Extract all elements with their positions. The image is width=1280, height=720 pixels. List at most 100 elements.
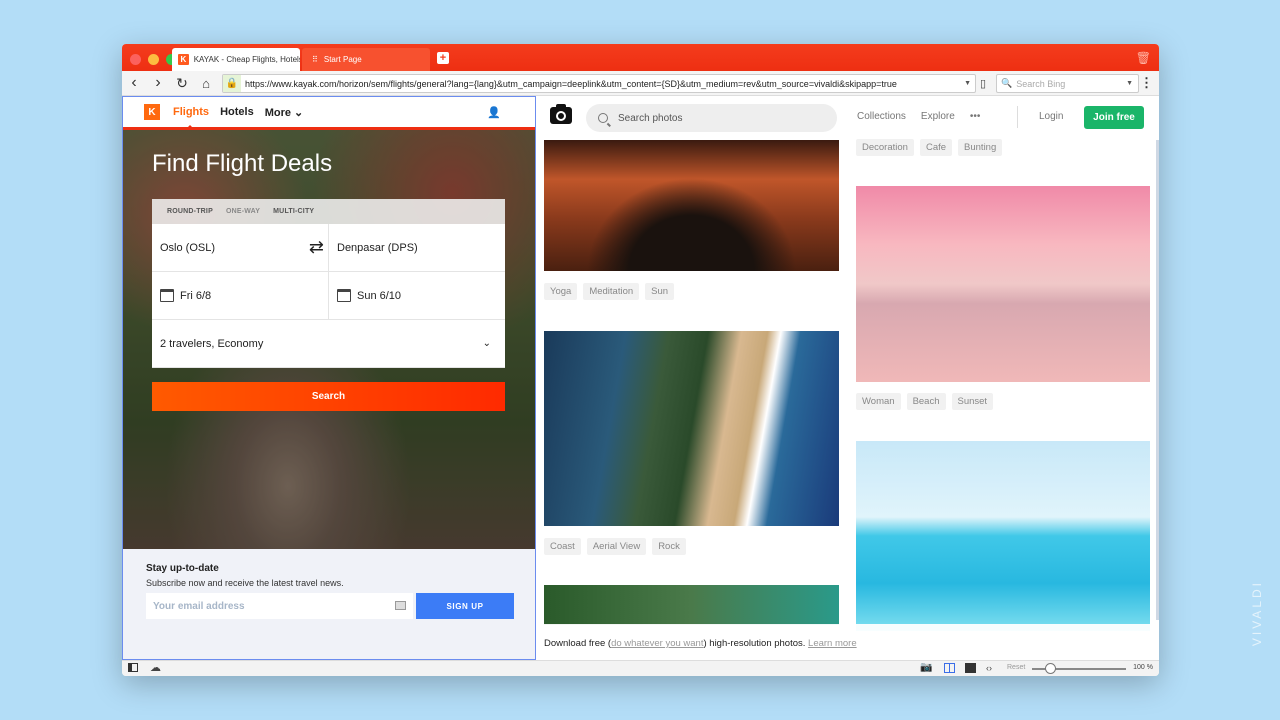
tag[interactable]: Yoga [544, 283, 578, 300]
tag[interactable]: Decoration [856, 139, 914, 156]
photo-search-input[interactable]: Search photos [586, 104, 837, 132]
back-icon[interactable]: ‹ [122, 75, 146, 91]
reload-icon[interactable]: ↻ [170, 76, 194, 90]
new-tab-button[interactable]: + [437, 52, 449, 64]
tag[interactable]: Woman [856, 393, 901, 410]
search-icon: 🔍 [1001, 78, 1013, 88]
lock-icon: 🔒 [223, 75, 241, 92]
window-controls [130, 54, 177, 65]
tag[interactable]: Sunset [951, 393, 994, 410]
more-icon[interactable]: ••• [970, 111, 981, 122]
tag[interactable]: Rock [652, 538, 686, 555]
menu-icon[interactable]: ⋮ [1140, 75, 1153, 91]
minimize-window-button[interactable] [148, 54, 159, 65]
nav-collections[interactable]: Collections [857, 111, 906, 122]
kayak-header: K Flights Hotels More ⌄ 👤 [123, 97, 535, 130]
flight-search-form: ROUND-TRIP ONE-WAY MULTI-CITY Oslo (OSL)… [152, 199, 505, 411]
scrollbar[interactable] [1156, 140, 1159, 620]
trash-icon[interactable]: 🗑 [1136, 51, 1151, 65]
cloud-sync-icon[interactable]: ☁ [150, 661, 161, 674]
tag[interactable]: Bunting [958, 139, 1003, 156]
photo-coast[interactable] [544, 331, 839, 526]
trip-round-trip[interactable]: ROUND-TRIP [167, 208, 213, 215]
photo-forest[interactable] [544, 585, 839, 625]
kayak-favicon-icon: K [178, 54, 189, 65]
unsplash-panel: Search photos Collections Explore ••• Lo… [536, 96, 1159, 660]
url-dropdown-icon[interactable]: ▼ [964, 80, 971, 87]
tab-start-page[interactable]: ⠿ Start Page [302, 48, 430, 71]
return-date-field[interactable]: Sun 6/10 [328, 272, 505, 319]
nav-hotels[interactable]: Hotels [220, 106, 254, 118]
email-placeholder: Your email address [153, 600, 245, 612]
tab-title: KAYAK - Cheap Flights, Hotels [193, 55, 300, 64]
screenshot-icon[interactable]: 📷 [920, 662, 932, 673]
zoom-reset[interactable]: Reset [1007, 664, 1025, 671]
join-free-button[interactable]: Join free [1084, 106, 1144, 129]
home-icon[interactable]: ⌂ [194, 77, 218, 90]
images-icon[interactable] [965, 663, 976, 673]
search-placeholder: Search Bing [1016, 78, 1066, 89]
photo-search-placeholder: Search photos [618, 112, 683, 124]
photo-tags: Woman Beach Sunset [856, 393, 994, 410]
login-link[interactable]: Login [1039, 111, 1063, 122]
bookmark-icon[interactable]: ▯ [980, 77, 986, 90]
license-link[interactable]: do whatever you want [611, 638, 703, 649]
learn-more-link[interactable]: Learn more [808, 638, 857, 649]
tag[interactable]: Sun [645, 283, 675, 300]
origin-field[interactable]: Oslo (OSL) ⇄ [152, 224, 328, 271]
trip-type-tabs: ROUND-TRIP ONE-WAY MULTI-CITY [152, 199, 505, 224]
photo-tags: Decoration Cafe Bunting [856, 139, 1003, 156]
tag[interactable]: Aerial View [586, 538, 647, 555]
signup-button[interactable]: SIGN UP [416, 593, 514, 619]
page-title: Find Flight Deals [152, 150, 333, 177]
search-icon [598, 113, 608, 123]
newsletter-subtitle: Subscribe now and receive the latest tra… [146, 578, 344, 588]
kayak-logo[interactable]: K [144, 104, 160, 120]
travelers-value: 2 travelers, Economy [160, 337, 264, 350]
address-bar: ‹ › ↻ ⌂ 🔒 https://www.kayak.com/horizon/… [122, 71, 1159, 96]
calendar-icon [337, 289, 351, 302]
trip-one-way[interactable]: ONE-WAY [226, 208, 260, 215]
email-input[interactable]: Your email address [146, 593, 413, 619]
url-field[interactable]: 🔒 https://www.kayak.com/horizon/sem/flig… [222, 74, 976, 93]
newsletter-title: Stay up-to-date [146, 563, 219, 574]
depart-date-field[interactable]: Fri 6/8 [152, 272, 328, 319]
page-actions-icon[interactable]: ‹› [986, 663, 992, 673]
zoom-slider-handle[interactable] [1045, 663, 1056, 674]
photo-yoga[interactable] [544, 140, 839, 271]
forward-icon[interactable]: › [146, 75, 170, 91]
download-banner: Download free (do whatever you want) hig… [536, 624, 1159, 660]
dates-row: Fri 6/8 Sun 6/10 [152, 272, 505, 320]
search-engine-field[interactable]: 🔍 Search Bing ▼ [996, 74, 1139, 93]
camera-logo-icon[interactable] [550, 104, 572, 124]
tag[interactable]: Beach [906, 393, 946, 410]
photo-tags: Yoga Meditation Sun [544, 283, 675, 300]
download-prefix: Download free ( [544, 638, 612, 649]
tab-kayak[interactable]: K KAYAK - Cheap Flights, Hotels [172, 48, 300, 71]
swap-icon[interactable]: ⇄ [309, 237, 324, 258]
newsletter-form: Your email address SIGN UP [146, 593, 535, 619]
nav-flights[interactable]: Flights [173, 106, 209, 130]
browser-window: K KAYAK - Cheap Flights, Hotels ⠿ Start … [122, 44, 1159, 676]
tag[interactable]: Cafe [919, 139, 953, 156]
newsletter: Stay up-to-date Subscribe now and receiv… [123, 549, 535, 659]
nav-explore[interactable]: Explore [921, 111, 955, 122]
tag[interactable]: Coast [544, 538, 581, 555]
trip-multi-city[interactable]: MULTI-CITY [273, 208, 314, 215]
nav-more[interactable]: More ⌄ [265, 106, 304, 119]
panel-toggle-icon[interactable] [128, 663, 138, 672]
tag[interactable]: Meditation [583, 283, 640, 300]
return-value: Sun 6/10 [357, 289, 402, 302]
close-window-button[interactable] [130, 54, 141, 65]
tile-view-icon[interactable] [944, 663, 955, 673]
kayak-panel: K Flights Hotels More ⌄ 👤 Find Flight De… [122, 96, 536, 660]
route-row: Oslo (OSL) ⇄ Denpasar (DPS) [152, 224, 505, 272]
search-button[interactable]: Search [152, 382, 505, 411]
search-dropdown-icon[interactable]: ▼ [1126, 80, 1133, 87]
photo-pool[interactable] [856, 441, 1150, 631]
travelers-field[interactable]: 2 travelers, Economy ⌄ [152, 320, 505, 367]
contact-card-icon [395, 601, 406, 610]
user-icon[interactable]: 👤 [487, 106, 501, 119]
destination-field[interactable]: Denpasar (DPS) [328, 224, 505, 271]
photo-beach-sunset[interactable] [856, 186, 1150, 382]
